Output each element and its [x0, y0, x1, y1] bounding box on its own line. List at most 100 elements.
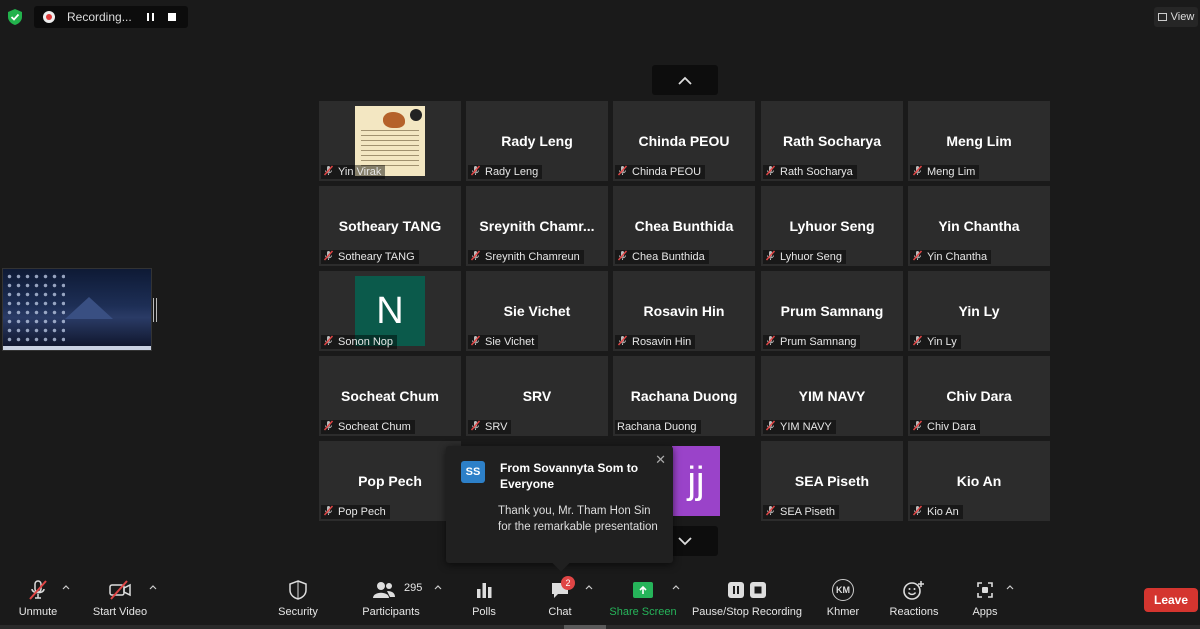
share-screen-button[interactable]: Share Screen [609, 578, 677, 622]
language-interpretation-button[interactable]: KM Khmer [825, 578, 861, 622]
participant-name-label: Rady Leng [468, 165, 543, 179]
muted-microphone-icon [765, 250, 776, 264]
security-shield-icon[interactable] [8, 9, 22, 25]
apps-button[interactable]: Apps [968, 578, 1002, 622]
polls-button[interactable]: Polls [468, 578, 500, 622]
participant-tile[interactable]: N Sonon Nop [319, 271, 461, 351]
participant-display-name: SEA Piseth [794, 473, 870, 489]
participant-name: Chiv Dara [927, 421, 976, 433]
participant-tile[interactable]: Rady Leng Rady Leng [466, 101, 608, 181]
muted-microphone-icon [912, 420, 923, 434]
participant-name-label: Lyhuor Seng [763, 250, 846, 264]
reactions-button[interactable]: Reactions [889, 578, 939, 622]
unmute-label: Unmute [18, 606, 58, 618]
participants-options-caret[interactable] [433, 582, 443, 592]
participant-display-name: Socheat Chum [340, 388, 439, 404]
stop-recording-button[interactable] [161, 13, 183, 21]
apps-label: Apps [972, 606, 998, 618]
shared-screen-thumbnail[interactable] [2, 268, 152, 351]
chat-sender: From Sovannyta Som to Everyone [500, 461, 639, 491]
pause-icon [728, 582, 744, 598]
start-video-button[interactable]: Start Video [91, 578, 149, 622]
participant-tile[interactable]: Prum Samnang Prum Samnang [761, 271, 903, 351]
participant-tile[interactable]: Sie Vichet Sie Vichet [466, 271, 608, 351]
recording-indicator: Recording... [34, 6, 188, 28]
participant-name: Sotheary TANG [338, 251, 415, 263]
chevron-down-icon [678, 536, 692, 545]
apps-options-caret[interactable] [1005, 582, 1015, 592]
video-options-caret[interactable] [148, 582, 158, 592]
participant-name: Socheat Chum [338, 421, 411, 433]
audio-options-caret[interactable] [61, 582, 71, 592]
participant-name-label: Meng Lim [910, 165, 980, 179]
chevron-up-icon [434, 584, 442, 589]
muted-microphone-icon [912, 335, 923, 349]
participant-tile[interactable]: Meng Lim Meng Lim [908, 101, 1050, 181]
pause-recording-button[interactable] [139, 13, 161, 21]
chat-unread-badge: 2 [561, 576, 575, 590]
share-screen-label: Share Screen [609, 606, 677, 618]
participant-display-name: Sreynith Chamr... [479, 218, 595, 234]
participant-name-label: Pop Pech [321, 505, 390, 519]
participant-tile[interactable]: Kio An Kio An [908, 441, 1050, 521]
pause-stop-recording-button[interactable]: Pause/Stop Recording [692, 578, 802, 622]
unmute-button[interactable]: Unmute [16, 578, 60, 622]
previous-page-button[interactable] [652, 65, 718, 95]
horizontal-scrollbar[interactable] [564, 625, 606, 629]
polls-chart-icon [477, 583, 492, 598]
participant-name: YIM NAVY [780, 421, 832, 433]
participant-name-label: Socheat Chum [321, 420, 415, 434]
chat-notification[interactable]: SS From Sovannyta Som to Everyone Thank … [446, 446, 673, 572]
participant-name: SEA Piseth [780, 506, 836, 518]
share-options-caret[interactable] [671, 582, 681, 592]
participant-tile[interactable]: Chea Bunthida Chea Bunthida [613, 186, 755, 266]
chevron-up-icon [672, 584, 680, 589]
muted-microphone-icon [323, 335, 334, 349]
thumbnail-resize-handle[interactable] [153, 298, 157, 322]
participant-display-name: Sie Vichet [503, 303, 571, 319]
language-km-icon: KM [832, 579, 854, 601]
view-button[interactable]: View [1154, 7, 1198, 27]
chat-button[interactable]: 2 Chat [543, 576, 577, 622]
participant-tile[interactable]: YIM NAVY YIM NAVY [761, 356, 903, 436]
smiley-plus-icon [903, 581, 924, 600]
participant-tile[interactable]: Sotheary TANG Sotheary TANG [319, 186, 461, 266]
muted-microphone-icon [912, 505, 923, 519]
participant-tile[interactable]: Sreynith Chamr... Sreynith Chamreun [466, 186, 608, 266]
khmer-label: Khmer [826, 606, 860, 618]
recording-status-text: Recording... [67, 10, 132, 24]
leave-meeting-button[interactable]: Leave [1144, 588, 1198, 612]
participant-tile[interactable]: Chinda PEOU Chinda PEOU [613, 101, 755, 181]
participant-name: Pop Pech [338, 506, 386, 518]
participant-name: Yin Virak [338, 166, 382, 178]
participant-tile[interactable]: Pop Pech Pop Pech [319, 441, 461, 521]
participant-tile[interactable]: Rachana Duong Rachana Duong [613, 356, 755, 436]
muted-microphone-icon [765, 505, 776, 519]
participant-tile[interactable]: SEA Piseth SEA Piseth [761, 441, 903, 521]
participant-display-name: SRV [522, 388, 552, 404]
participant-display-name: Rachana Duong [630, 388, 738, 404]
participant-name: Chea Bunthida [632, 251, 705, 263]
close-icon[interactable]: ✕ [655, 452, 666, 468]
chat-options-caret[interactable] [584, 582, 594, 592]
muted-microphone-icon [323, 420, 334, 434]
pause-stop-recording-label: Pause/Stop Recording [691, 606, 803, 618]
participant-tile[interactable]: Rosavin Hin Rosavin Hin [613, 271, 755, 351]
participant-tile[interactable]: SRV SRV [466, 356, 608, 436]
participants-button[interactable]: 295 Participants [362, 578, 422, 622]
participant-tile[interactable]: Yin Ly Yin Ly [908, 271, 1050, 351]
muted-microphone-icon [323, 165, 334, 179]
participant-tile[interactable]: Lyhuor Seng Lyhuor Seng [761, 186, 903, 266]
participant-name-label: Chinda PEOU [615, 165, 706, 179]
participant-display-name: Meng Lim [946, 133, 1012, 149]
participant-tile[interactable]: Rath Socharya Rath Socharya [761, 101, 903, 181]
security-button[interactable]: Security [276, 578, 320, 622]
participant-display-name: Chea Bunthida [634, 218, 734, 234]
participant-name-label: Sonon Nop [321, 335, 398, 349]
participant-tile[interactable]: Yin Virak [319, 101, 461, 181]
participant-name: Sreynith Chamreun [485, 251, 580, 263]
participant-tile[interactable]: Yin Chantha Yin Chantha [908, 186, 1050, 266]
participant-name-label: YIM NAVY [763, 420, 836, 434]
participant-tile[interactable]: Socheat Chum Socheat Chum [319, 356, 461, 436]
participant-tile[interactable]: Chiv Dara Chiv Dara [908, 356, 1050, 436]
